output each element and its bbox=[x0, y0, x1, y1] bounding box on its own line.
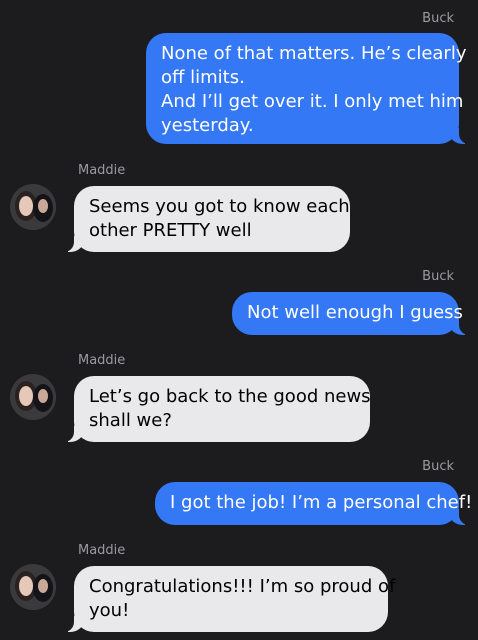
message-text: other PRETTY well bbox=[89, 220, 252, 241]
avatar-photo-icon bbox=[10, 374, 56, 420]
message-text: Seems you got to know each bbox=[89, 196, 350, 217]
avatar[interactable] bbox=[10, 564, 56, 610]
outgoing-message-bubble[interactable]: None of that matters. He’s clearly off l… bbox=[146, 33, 473, 144]
message-text: shall we? bbox=[89, 410, 172, 431]
sender-name: Maddie bbox=[78, 543, 126, 558]
message-text: Not well enough I guess bbox=[247, 302, 463, 323]
message-text: None of that matters. He’s clearly bbox=[161, 43, 467, 64]
avatar[interactable] bbox=[10, 374, 56, 420]
message-text: Congratulations!!! I’m so proud of bbox=[89, 576, 396, 597]
incoming-message-bubble[interactable]: Seems you got to know each other PRETTY … bbox=[60, 186, 350, 252]
avatar-photo-icon bbox=[10, 184, 56, 230]
message-text: Let’s go back to the good news bbox=[89, 386, 371, 407]
sender-name: Buck bbox=[422, 11, 454, 26]
message-text: I got the job! I’m a personal chef! bbox=[170, 492, 473, 513]
message-text: And I’ll get over it. I only met him bbox=[161, 91, 464, 112]
sender-name: Maddie bbox=[78, 163, 126, 178]
incoming-message-bubble[interactable]: Let’s go back to the good news shall we? bbox=[60, 376, 371, 442]
message-text: you! bbox=[89, 600, 130, 621]
avatar-photo-icon bbox=[10, 564, 56, 610]
message-text: off limits. bbox=[161, 67, 245, 88]
incoming-message-bubble[interactable]: Congratulations!!! I’m so proud of you! bbox=[60, 566, 396, 632]
outgoing-message-bubble[interactable]: I got the job! I’m a personal chef! bbox=[155, 482, 473, 525]
outgoing-message-bubble[interactable]: Not well enough I guess bbox=[232, 292, 473, 335]
message-text: yesterday. bbox=[161, 115, 254, 136]
sender-name: Buck bbox=[422, 459, 454, 474]
sender-name: Buck bbox=[422, 269, 454, 284]
avatar[interactable] bbox=[10, 184, 56, 230]
sender-name: Maddie bbox=[78, 353, 126, 368]
